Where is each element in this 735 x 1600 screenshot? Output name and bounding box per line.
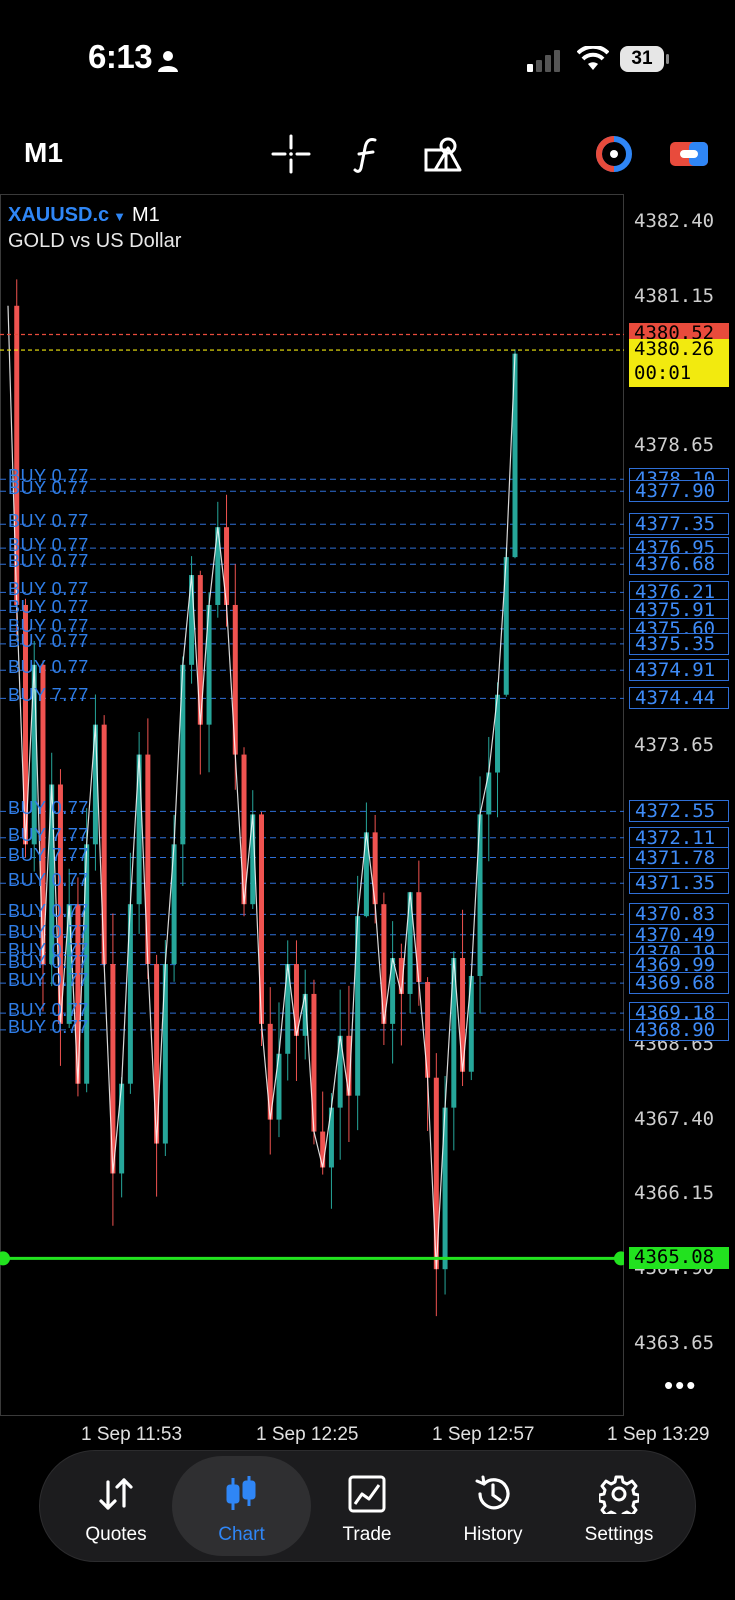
tab-quotes[interactable]: Quotes xyxy=(53,1456,179,1556)
price-axis-label: 4366.15 xyxy=(634,1182,715,1205)
cellular-signal-icon xyxy=(527,50,560,72)
position-label: BUY 0.77 xyxy=(8,901,89,922)
bar-countdown: 00:01 xyxy=(634,362,692,385)
time-label: 1 Sep 11:53 xyxy=(81,1424,183,1445)
price-axis-label: 4381.15 xyxy=(634,284,715,307)
objects-icon[interactable] xyxy=(423,134,463,174)
position-label: BUY 0.77 xyxy=(8,478,89,499)
position-label: BUY 0.77 xyxy=(8,798,89,819)
chart-icon xyxy=(226,1476,256,1510)
position-price-tag: 4374.91 xyxy=(629,659,729,682)
tab-label: Settings xyxy=(584,1524,654,1545)
position-price-tag: 4368.90 xyxy=(629,1018,729,1041)
position-price-tag: 4377.90 xyxy=(629,480,729,503)
time-label: 1 Sep 12:57 xyxy=(432,1424,535,1445)
time-label: 1 Sep 12:25 xyxy=(256,1424,359,1445)
position-price-tag: 4372.11 xyxy=(629,826,729,849)
toggle-icon[interactable] xyxy=(669,134,709,174)
tab-trade[interactable]: Trade xyxy=(304,1456,430,1556)
timeframe-button[interactable]: M1 xyxy=(24,137,63,169)
position-price-tag: 4369.68 xyxy=(629,972,729,995)
quotes-icon xyxy=(99,1478,133,1510)
price-chart[interactable] xyxy=(0,194,624,1416)
tab-label: History xyxy=(463,1524,523,1545)
tab-label: Trade xyxy=(342,1524,392,1545)
person-icon xyxy=(158,51,178,72)
crosshair-icon[interactable] xyxy=(271,134,311,174)
tab-label: Quotes xyxy=(85,1524,147,1545)
position-price-tag: 4372.55 xyxy=(629,800,729,823)
battery-icon: 31 xyxy=(620,46,670,72)
history-icon xyxy=(475,1475,510,1510)
position-price-tag: 4371.78 xyxy=(629,846,729,869)
status-time: 6:13 xyxy=(88,38,153,75)
position-price-tag: 4374.44 xyxy=(629,687,729,710)
position-label: BUY 0.77 xyxy=(8,551,89,572)
price-axis-label: 4373.65 xyxy=(634,733,715,756)
position-label: BUY 7.77 xyxy=(8,824,89,845)
bid-price-tag: 4380.26 00:01 xyxy=(629,338,729,388)
position-price-tag: 4377.35 xyxy=(629,513,729,536)
position-label: BUY 0.77 xyxy=(8,870,89,891)
close-price-line xyxy=(7,305,516,1270)
price-axis-label: 4367.40 xyxy=(634,1107,715,1130)
position-price-tag: 4375.35 xyxy=(629,632,729,655)
position-price-tag: 4370.83 xyxy=(629,903,729,926)
level-handle xyxy=(614,1251,624,1266)
settings-icon xyxy=(599,1475,639,1514)
level-handle xyxy=(0,1251,10,1266)
position-label: BUY 0.77 xyxy=(8,1016,89,1037)
tab-label: Chart xyxy=(218,1524,265,1545)
price-axis-label: 4363.65 xyxy=(634,1332,715,1354)
position-label: BUY 7.77 xyxy=(8,844,89,865)
tab-settings[interactable]: Settings xyxy=(556,1456,682,1556)
position-price-tag: 4371.35 xyxy=(629,872,729,895)
indicators-icon[interactable] xyxy=(347,134,387,174)
position-label: BUY 7.77 xyxy=(8,685,89,706)
position-label: BUY 0.77 xyxy=(8,970,89,991)
time-label: 1 Sep 13:29 xyxy=(607,1424,710,1445)
wifi-icon xyxy=(577,46,609,70)
more-options-icon[interactable]: ••• xyxy=(664,1370,697,1401)
tab-history[interactable]: History xyxy=(430,1456,556,1556)
one-click-trading-icon[interactable] xyxy=(594,134,634,174)
bid-price: 4380.26 xyxy=(634,338,715,361)
tab-chart[interactable]: Chart xyxy=(172,1456,311,1556)
position-label: BUY 0.77 xyxy=(8,657,89,678)
position-price-tag: 4376.68 xyxy=(629,553,729,576)
position-label: BUY 0.77 xyxy=(8,630,89,651)
battery-level: 31 xyxy=(631,48,653,69)
level-price-tag: 4365.08 xyxy=(629,1247,729,1270)
price-axis-label: 4382.40 xyxy=(634,210,715,232)
price-axis-label: 4378.65 xyxy=(634,434,715,457)
position-label: BUY 0.77 xyxy=(8,511,89,532)
trade-icon xyxy=(348,1475,386,1513)
